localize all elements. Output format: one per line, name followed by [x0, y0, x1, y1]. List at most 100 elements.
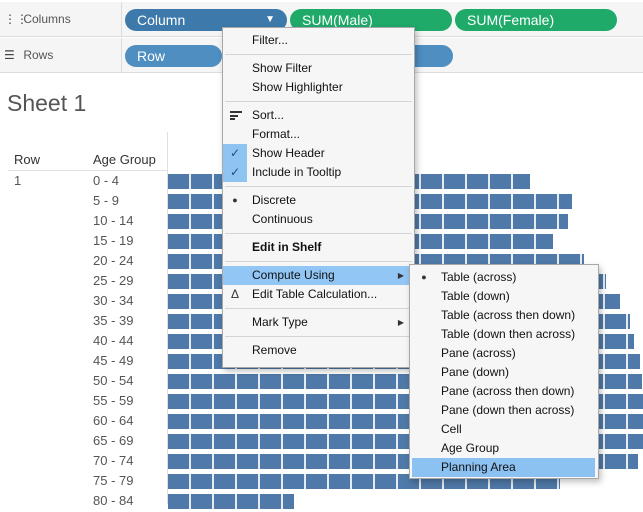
- menu-item-show-filter[interactable]: Show Filter: [223, 59, 414, 78]
- radio-dot-icon: ●: [421, 272, 427, 282]
- age-group-label[interactable]: 25 - 29: [93, 272, 133, 292]
- row-header[interactable]: Row: [14, 152, 40, 167]
- age-group-label[interactable]: 10 - 14: [93, 212, 133, 232]
- menu-separator: [225, 101, 412, 102]
- submenu-item-label: Pane (down then across): [441, 403, 575, 417]
- rows-icon: ☰: [4, 48, 15, 62]
- submenu-item-label: Table (down then across): [441, 327, 576, 341]
- submenu-item-pane-down-then-across[interactable]: Pane (down then across): [412, 401, 595, 420]
- age-group-label[interactable]: 80 - 84: [93, 492, 133, 512]
- age-group-label[interactable]: 30 - 34: [93, 292, 133, 312]
- age-group-label[interactable]: 60 - 64: [93, 412, 133, 432]
- menu-item-compute-using[interactable]: Compute Using ▶: [223, 266, 414, 285]
- age-group-label[interactable]: 55 - 59: [93, 392, 133, 412]
- row-value: 1: [14, 173, 22, 188]
- menu-item-filter[interactable]: Filter...: [223, 31, 414, 50]
- menu-item-label: Show Header: [252, 146, 325, 160]
- menu-item-label: Format...: [252, 127, 301, 141]
- submenu-item-label: Table (down): [441, 289, 510, 303]
- sum-male-pill-label: SUM(Male): [302, 12, 373, 28]
- menu-separator: [225, 54, 412, 55]
- columns-label-text: Columns: [23, 12, 71, 26]
- submenu-item-table-down[interactable]: Table (down): [412, 287, 595, 306]
- age-group-label[interactable]: 50 - 54: [93, 372, 133, 392]
- menu-item-include-in-tooltip[interactable]: ✓ Include in Tooltip: [223, 163, 414, 182]
- menu-item-label: Include in Tooltip: [252, 165, 342, 179]
- age-group-label[interactable]: 5 - 9: [93, 192, 119, 212]
- age-group-label[interactable]: 20 - 24: [93, 252, 133, 272]
- submenu-item-planning-area[interactable]: Planning Area: [412, 458, 595, 477]
- menu-separator: [225, 233, 412, 234]
- menu-item-continuous[interactable]: Continuous: [223, 210, 414, 229]
- age-group-label[interactable]: 70 - 74: [93, 452, 133, 472]
- menu-item-mark-type[interactable]: Mark Type ▶: [223, 313, 414, 332]
- menu-item-label: Mark Type: [252, 315, 308, 329]
- menu-item-label: Show Filter: [252, 61, 313, 75]
- menu-item-label: Remove: [252, 343, 297, 357]
- check-icon: ✓: [223, 144, 247, 163]
- submenu-item-table-across[interactable]: ● Table (across): [412, 268, 595, 287]
- submenu-item-label: Pane (across): [441, 346, 516, 360]
- check-icon: ✓: [223, 163, 247, 182]
- age-group-pill[interactable]: [410, 45, 453, 67]
- columns-shelf-label: ⋮⋮ Columns: [0, 2, 122, 36]
- menu-item-edit-in-shelf[interactable]: Edit in Shelf: [223, 238, 414, 257]
- row-pill[interactable]: Row: [125, 45, 222, 67]
- context-menu: Filter... Show Filter Show Highlighter Sort…: [222, 27, 415, 368]
- sheet-title: Sheet 1: [7, 90, 87, 116]
- rows-shelf-label: ☰ Rows: [0, 38, 122, 72]
- columns-icon: ⋮⋮: [4, 12, 28, 26]
- menu-item-discrete[interactable]: ● Discrete: [223, 191, 414, 210]
- menu-item-format[interactable]: Format...: [223, 125, 414, 144]
- submenu-item-label: Table (across then down): [441, 308, 576, 322]
- age-group-label[interactable]: 45 - 49: [93, 352, 133, 372]
- row-pill-label: Row: [137, 48, 166, 64]
- menu-item-label: Discrete: [252, 193, 297, 207]
- submenu-item-label: Pane (across then down): [441, 384, 575, 398]
- submenu-arrow-icon: ▶: [397, 271, 404, 280]
- age-group-label[interactable]: 65 - 69: [93, 432, 133, 452]
- age-group-label[interactable]: 15 - 19: [93, 232, 133, 252]
- submenu-item-age-group[interactable]: Age Group: [412, 439, 595, 458]
- age-group-header[interactable]: Age Group: [93, 152, 156, 167]
- submenu-item-cell[interactable]: Cell: [412, 420, 595, 439]
- menu-separator: [225, 261, 412, 262]
- menu-item-remove[interactable]: Remove: [223, 341, 414, 360]
- menu-item-show-highlighter[interactable]: Show Highlighter: [223, 78, 414, 97]
- menu-item-label: Continuous: [252, 212, 313, 226]
- submenu-item-label: Pane (down): [441, 365, 510, 379]
- menu-separator: [225, 186, 412, 187]
- menu-item-sort[interactable]: Sort...: [223, 106, 414, 125]
- column-pill-label: Column: [137, 12, 186, 28]
- header-divider: [8, 170, 168, 171]
- submenu-arrow-icon: ▶: [397, 318, 404, 327]
- submenu-item-table-across-then-down[interactable]: Table (across then down): [412, 306, 595, 325]
- submenu-item-pane-across-then-down[interactable]: Pane (across then down): [412, 382, 595, 401]
- age-group-label[interactable]: 40 - 44: [93, 332, 133, 352]
- menu-item-label: Sort...: [252, 108, 285, 122]
- delta-icon: Δ: [230, 287, 239, 301]
- rows-label-text: Rows: [23, 48, 54, 62]
- sort-icon: [230, 111, 242, 120]
- menu-item-edit-table-calculation[interactable]: Δ Edit Table Calculation...: [223, 285, 414, 304]
- age-group-label[interactable]: 75 - 79: [93, 472, 133, 492]
- submenu-item-table-down-then-across[interactable]: Table (down then across): [412, 325, 595, 344]
- submenu-item-label: Age Group: [441, 441, 500, 455]
- sum-female-pill-label: SUM(Female): [467, 12, 555, 28]
- menu-item-label: Show Highlighter: [252, 80, 343, 94]
- menu-separator: [225, 336, 412, 337]
- menu-item-show-header[interactable]: ✓ Show Header: [223, 144, 414, 163]
- sum-female-pill[interactable]: SUM(Female): [455, 9, 617, 31]
- age-group-label[interactable]: 0 - 4: [93, 172, 119, 192]
- compute-using-submenu: ● Table (across) Table (down) Table (across…: [409, 264, 599, 479]
- submenu-item-pane-down[interactable]: Pane (down): [412, 363, 595, 382]
- age-group-label[interactable]: 35 - 39: [93, 312, 133, 332]
- submenu-item-pane-across[interactable]: Pane (across): [412, 344, 595, 363]
- menu-separator: [225, 308, 412, 309]
- bar-mark[interactable]: [168, 494, 294, 509]
- menu-item-label: Edit Table Calculation...: [252, 287, 378, 301]
- submenu-item-label: Cell: [441, 422, 462, 436]
- menu-item-label: Filter...: [252, 33, 289, 47]
- submenu-item-label: Table (across): [441, 270, 517, 284]
- submenu-item-label: Planning Area: [441, 460, 516, 474]
